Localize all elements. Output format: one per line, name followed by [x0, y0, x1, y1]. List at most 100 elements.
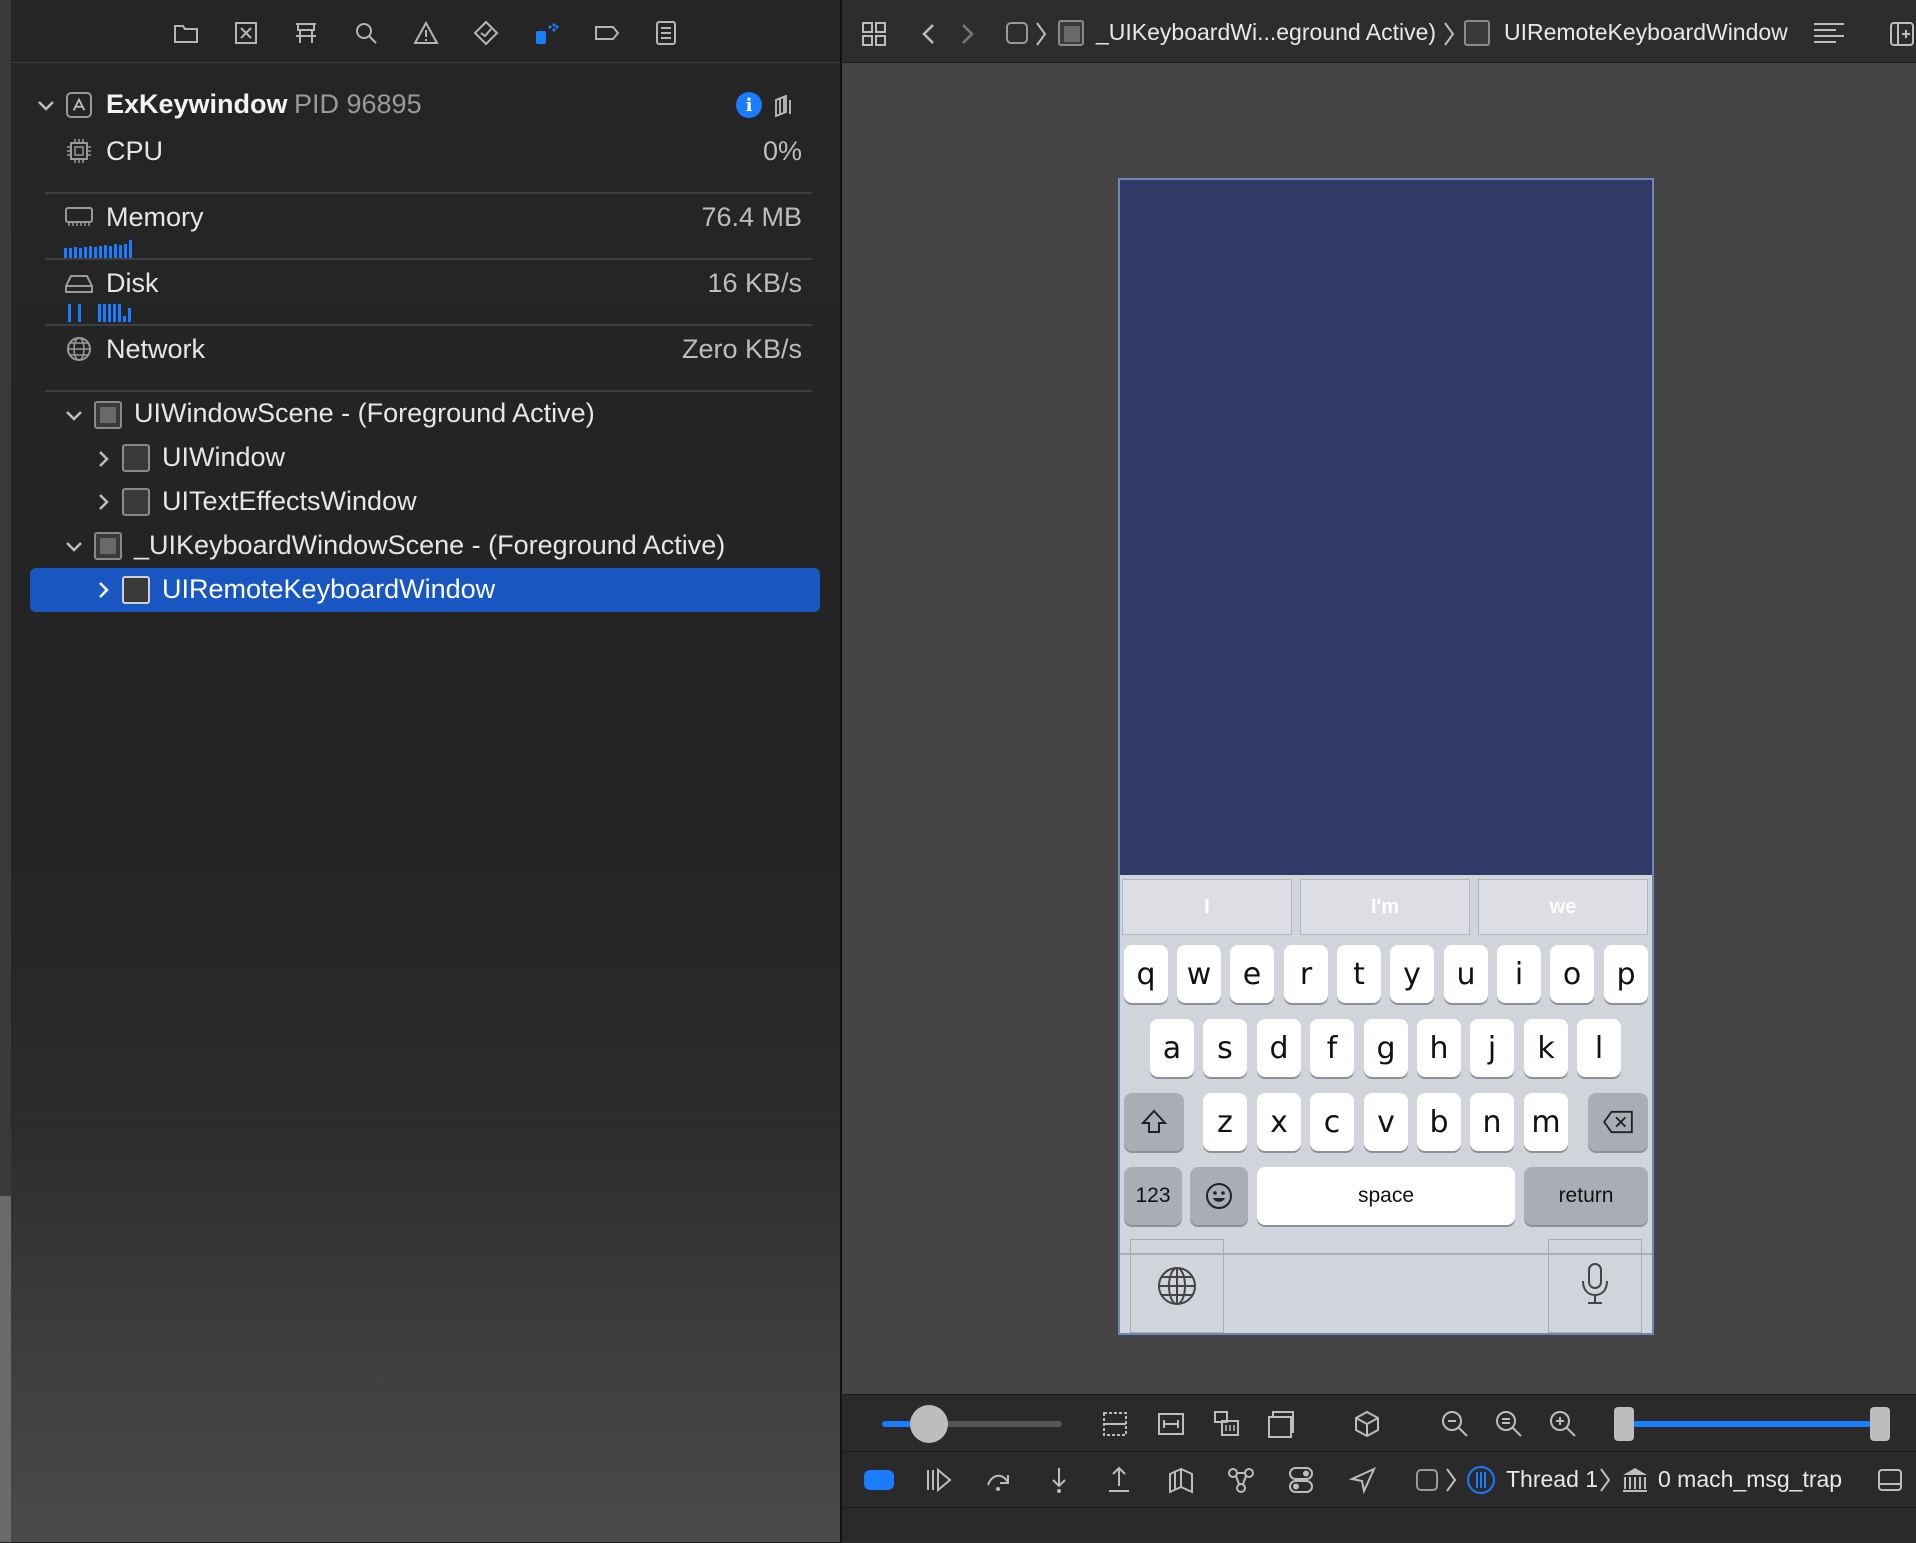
delete-key[interactable] — [1588, 1093, 1648, 1151]
key-v[interactable]: v — [1364, 1093, 1408, 1151]
key-u[interactable]: u — [1444, 945, 1488, 1003]
forward-icon[interactable] — [958, 22, 976, 46]
grid-icon[interactable] — [860, 20, 888, 48]
suggestion-3[interactable]: we — [1478, 879, 1648, 935]
tree-item-uiwindow[interactable]: UIWindow — [162, 442, 285, 473]
keyboard[interactable]: I I'm we q w e r t y u i o p a s d f g h… — [1120, 875, 1652, 1333]
key-q[interactable]: q — [1124, 945, 1168, 1003]
jump-bar: _UIKeyboardWi...eground Active) UIRemote… — [842, 0, 1916, 63]
shift-key[interactable] — [1124, 1093, 1184, 1151]
gauge-memory-label[interactable]: Memory — [106, 202, 204, 233]
warning-icon[interactable] — [411, 18, 441, 48]
debug-view-hierarchy-icon[interactable] — [1166, 1465, 1196, 1495]
test-diamond-icon[interactable] — [471, 18, 501, 48]
app-icon[interactable] — [1416, 1469, 1438, 1491]
chevron-right-icon[interactable] — [94, 580, 114, 600]
constraints-icon[interactable] — [1156, 1409, 1186, 1439]
chevron-down-icon[interactable] — [36, 96, 56, 116]
key-f[interactable]: f — [1310, 1019, 1354, 1077]
tree-item-remote-keyboard-window[interactable]: UIRemoteKeyboardWindow — [162, 574, 495, 605]
tree-item-keyboard-scene[interactable]: _UIKeyboardWindowScene - (Foreground Act… — [134, 530, 725, 561]
emoji-key[interactable] — [1190, 1167, 1248, 1225]
space-key[interactable]: space — [1257, 1167, 1515, 1225]
range-slider-track[interactable] — [1618, 1421, 1880, 1427]
info-icon[interactable]: i — [736, 92, 762, 118]
editor-options-icon[interactable] — [1812, 20, 1846, 48]
spacing-slider-thumb[interactable] — [910, 1405, 948, 1443]
key-k[interactable]: k — [1524, 1019, 1568, 1077]
scene-icon — [94, 532, 122, 560]
folder-icon[interactable] — [171, 18, 201, 48]
key-b[interactable]: b — [1417, 1093, 1461, 1151]
app-icon[interactable] — [1006, 22, 1028, 44]
key-s[interactable]: s — [1203, 1019, 1247, 1077]
location-icon[interactable] — [1348, 1465, 1378, 1495]
zoom-out-icon[interactable] — [1440, 1409, 1470, 1439]
back-icon[interactable] — [920, 22, 938, 46]
debug-spray-icon[interactable] — [531, 18, 561, 48]
clip-content-icon[interactable] — [1100, 1409, 1130, 1439]
key-g[interactable]: g — [1364, 1019, 1408, 1077]
3d-cube-icon[interactable] — [1352, 1409, 1382, 1439]
return-key[interactable]: return — [1524, 1167, 1648, 1225]
symbol-icon[interactable] — [291, 18, 321, 48]
device-window-render[interactable]: I I'm we q w e r t y u i o p a s d f g h… — [1118, 178, 1654, 1335]
chevron-right-icon[interactable] — [94, 492, 114, 512]
search-icon[interactable] — [351, 18, 381, 48]
step-over-icon[interactable] — [984, 1465, 1014, 1495]
chevron-down-icon[interactable] — [64, 406, 84, 426]
key-e[interactable]: e — [1230, 945, 1274, 1003]
environment-overrides-icon[interactable] — [1286, 1465, 1316, 1495]
debug-area-toggle[interactable] — [864, 1470, 894, 1490]
key-c[interactable]: c — [1310, 1093, 1354, 1151]
zoom-in-icon[interactable] — [1548, 1409, 1578, 1439]
gauge-network-label[interactable]: Network — [106, 334, 205, 365]
key-h[interactable]: h — [1417, 1019, 1461, 1077]
key-l[interactable]: l — [1577, 1019, 1621, 1077]
view-hierarchy-icon[interactable] — [770, 92, 798, 120]
key-x[interactable]: x — [1257, 1093, 1301, 1151]
key-m[interactable]: m — [1524, 1093, 1568, 1151]
key-w[interactable]: w — [1177, 945, 1221, 1003]
chevron-down-icon[interactable] — [64, 537, 84, 557]
step-out-icon[interactable] — [1104, 1465, 1134, 1495]
key-o[interactable]: o — [1550, 945, 1594, 1003]
key-r[interactable]: r — [1284, 945, 1328, 1003]
key-d[interactable]: d — [1257, 1019, 1301, 1077]
layers-icon[interactable] — [1212, 1409, 1242, 1439]
breadcrumb-window[interactable]: UIRemoteKeyboardWindow — [1504, 19, 1788, 46]
key-y[interactable]: y — [1390, 945, 1434, 1003]
key-a[interactable]: a — [1150, 1019, 1194, 1077]
gauge-cpu-label[interactable]: CPU — [106, 136, 163, 167]
tree-item-window-scene[interactable]: UIWindowScene - (Foreground Active) — [134, 398, 595, 429]
report-icon[interactable] — [651, 18, 681, 48]
suggestion-2[interactable]: I'm — [1300, 879, 1470, 935]
key-z[interactable]: z — [1203, 1093, 1247, 1151]
zoom-actual-icon[interactable] — [1494, 1409, 1524, 1439]
key-n[interactable]: n — [1470, 1093, 1514, 1151]
key-p[interactable]: p — [1604, 945, 1648, 1003]
orientation-icon[interactable] — [1266, 1409, 1296, 1439]
key-t[interactable]: t — [1337, 945, 1381, 1003]
continue-icon[interactable] — [924, 1465, 954, 1495]
range-slider-min-thumb[interactable] — [1614, 1407, 1634, 1441]
source-control-icon[interactable] — [231, 18, 261, 48]
gauge-disk-label[interactable]: Disk — [106, 268, 159, 299]
key-i[interactable]: i — [1497, 945, 1541, 1003]
globe-icon[interactable] — [1156, 1265, 1198, 1307]
suggestion-1[interactable]: I — [1122, 879, 1292, 935]
thread-label[interactable]: Thread 1 — [1506, 1466, 1598, 1493]
range-slider-max-thumb[interactable] — [1870, 1407, 1890, 1441]
breakpoint-icon[interactable] — [591, 18, 621, 48]
tree-item-text-effects-window[interactable]: UITextEffectsWindow — [162, 486, 417, 517]
hide-debug-area-icon[interactable] — [1876, 1466, 1904, 1494]
add-editor-icon[interactable] — [1888, 20, 1916, 48]
key-j[interactable]: j — [1470, 1019, 1514, 1077]
microphone-icon[interactable] — [1578, 1261, 1612, 1307]
numbers-key[interactable]: 123 — [1124, 1167, 1182, 1225]
stack-frame-label[interactable]: 0 mach_msg_trap — [1658, 1466, 1842, 1493]
step-into-icon[interactable] — [1044, 1465, 1074, 1495]
memory-graph-icon[interactable] — [1226, 1465, 1256, 1495]
breadcrumb-scene[interactable]: _UIKeyboardWi...eground Active) — [1096, 19, 1436, 46]
chevron-right-icon[interactable] — [94, 449, 114, 469]
